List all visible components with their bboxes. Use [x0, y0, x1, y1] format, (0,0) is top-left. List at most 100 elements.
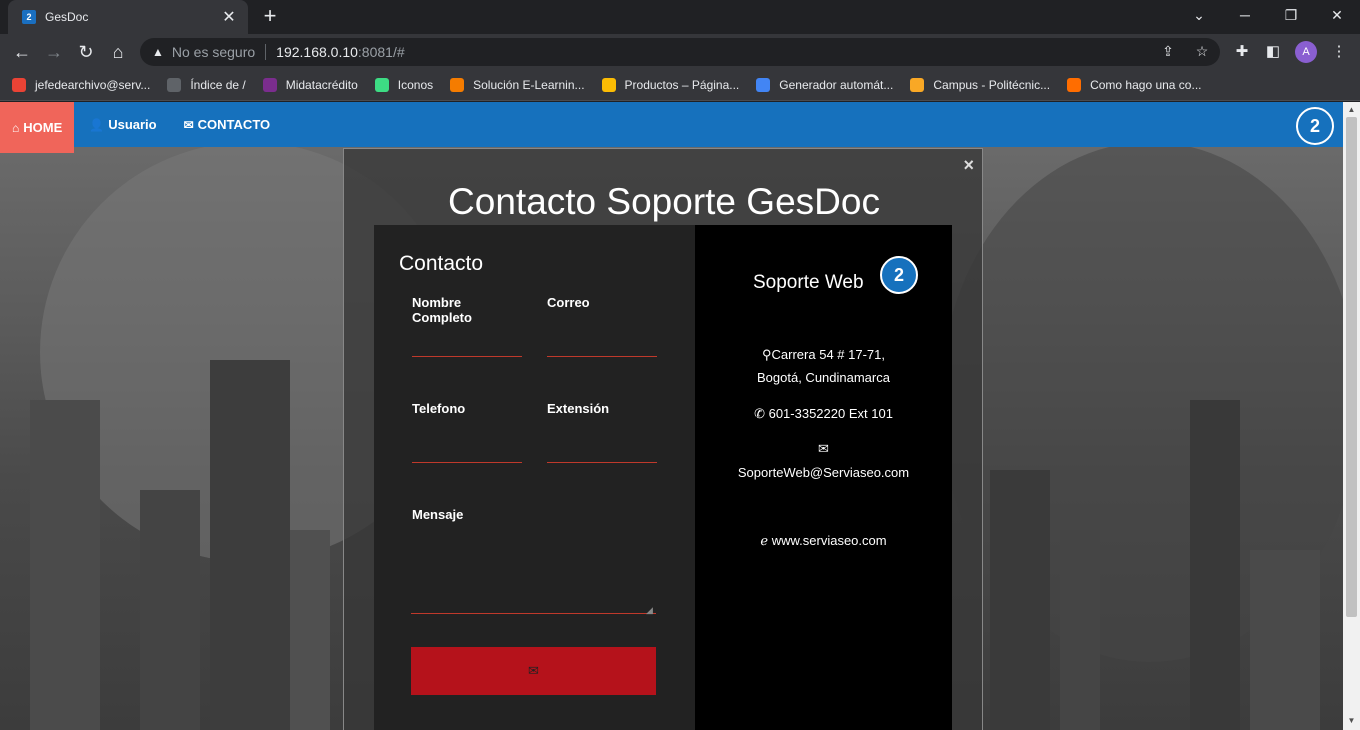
- city-building: [1190, 400, 1240, 730]
- browser-tab[interactable]: 2 GesDoc ✕: [8, 0, 248, 34]
- new-tab-button[interactable]: +: [258, 5, 282, 29]
- modal-title: Contacto Soporte GesDoc: [448, 181, 880, 222]
- form-heading: Contacto: [399, 252, 484, 275]
- tab-close-icon[interactable]: ✕: [220, 7, 238, 27]
- message-label: Mensaje: [412, 507, 464, 522]
- extension-field: Extensión: [547, 401, 657, 463]
- user-icon: 👤: [89, 117, 105, 132]
- city-building: [290, 530, 330, 730]
- back-icon[interactable]: ←: [10, 40, 34, 64]
- phone-label: Telefono: [412, 401, 466, 416]
- nav-usuario-label: Usuario: [108, 117, 157, 132]
- bookmark-item[interactable]: Generador automát...: [756, 78, 893, 92]
- close-window-icon[interactable]: ✕: [1322, 4, 1352, 26]
- bookmark-item[interactable]: Productos – Página...: [601, 78, 739, 92]
- address-line-1: ⚲Carrera 54 # 17-71,: [762, 347, 885, 362]
- top-navbar: ⌂ HOME 👤 Usuario ✉ CONTACTO 2: [0, 102, 1343, 153]
- tab-search-icon[interactable]: ⌄: [1184, 4, 1214, 26]
- map-marker-icon: ⚲: [762, 347, 772, 362]
- bookmark-favicon-icon: [1067, 78, 1082, 92]
- nav-home[interactable]: ⌂ HOME: [0, 102, 75, 153]
- bookmark-item[interactable]: Solución E-Learnin...: [450, 78, 585, 92]
- email-input[interactable]: [547, 327, 657, 357]
- insecure-label: No es seguro: [171, 44, 256, 60]
- bookmark-item[interactable]: jefedearchivo@serv...: [12, 78, 150, 92]
- page-viewport: ⌂ HOME 👤 Usuario ✉ CONTACTO 2 × Contacto…: [0, 102, 1343, 730]
- bookmark-label: Solución E-Learnin...: [473, 78, 585, 92]
- send-button[interactable]: ✉: [411, 647, 656, 695]
- bookmark-item[interactable]: Midatacrédito: [262, 78, 358, 92]
- tab-title: GesDoc: [45, 10, 89, 24]
- bookmark-label: Iconos: [397, 78, 434, 92]
- bookmark-favicon-icon: [910, 78, 925, 92]
- bookmark-item[interactable]: Campus - Politécnic...: [910, 78, 1050, 92]
- nav-contacto[interactable]: ✉ CONTACTO: [169, 117, 283, 132]
- support-info: Soporte Web 2 ⚲Carrera 54 # 17-71, Bogot…: [695, 225, 952, 730]
- phone-field: Telefono: [412, 401, 522, 463]
- browser-tab-bar: 2 GesDoc ✕ + ⌄ ─ ❐ ✕: [0, 0, 1360, 34]
- mail-icon: ✉: [818, 441, 829, 456]
- name-field: Nombre Completo: [412, 295, 522, 357]
- menu-icon[interactable]: ⋮: [1328, 42, 1350, 60]
- url-path: :8081/#: [357, 44, 405, 60]
- address-bar[interactable]: ▲ No es seguro 192.168.0.10 :8081/# ⇪ ☆: [140, 38, 1220, 66]
- scroll-thumb[interactable]: [1346, 117, 1357, 617]
- profile-avatar[interactable]: A: [1295, 41, 1317, 63]
- minimize-icon[interactable]: ─: [1230, 4, 1260, 26]
- bookmark-label: Índice de /: [190, 78, 246, 92]
- phone-input[interactable]: [412, 433, 522, 463]
- scroll-up-icon[interactable]: ▲: [1343, 105, 1360, 114]
- contact-modal: × Contacto Soporte GesDoc Contacto Nombr…: [343, 148, 983, 730]
- bookmark-star-icon[interactable]: ☆: [1190, 43, 1214, 60]
- omnibox-divider: [265, 44, 267, 60]
- share-icon[interactable]: ⇪: [1156, 43, 1180, 60]
- send-envelope-icon: ✉: [528, 663, 539, 678]
- extensions-icon[interactable]: ✚: [1231, 42, 1253, 60]
- bookmark-label: Como hago una co...: [1090, 78, 1202, 92]
- scroll-down-icon[interactable]: ▼: [1343, 716, 1360, 725]
- reload-icon[interactable]: ↻: [74, 40, 98, 64]
- browser-toolbar: ← → ↻ ⌂ ▲ No es seguro 192.168.0.10 :808…: [0, 34, 1360, 70]
- warning-icon: ▲: [152, 45, 164, 59]
- url-host: 192.168.0.10: [276, 44, 358, 60]
- restore-icon[interactable]: ❐: [1276, 4, 1306, 26]
- bookmark-label: Campus - Politécnic...: [933, 78, 1051, 92]
- home-icon[interactable]: ⌂: [106, 40, 130, 64]
- support-title: Soporte Web: [753, 272, 864, 293]
- resize-grip-icon[interactable]: ◢: [646, 605, 653, 616]
- website-line[interactable]: ℯ www.serviaseo.com: [695, 533, 952, 549]
- bookmarks-bar: jefedearchivo@serv... Índice de / Midatacr…: [0, 70, 1360, 101]
- bookmark-favicon-icon: [450, 78, 465, 92]
- bookmark-item[interactable]: Iconos: [374, 78, 434, 92]
- city-building: [30, 400, 100, 730]
- bookmark-favicon-icon: [374, 78, 389, 92]
- bookmark-item[interactable]: Como hago una co...: [1067, 78, 1201, 92]
- email-label: Correo: [547, 295, 590, 310]
- message-field: Mensaje: [412, 507, 522, 522]
- modal-close-icon[interactable]: ×: [963, 155, 974, 176]
- name-label: Nombre Completo: [412, 295, 472, 325]
- bookmark-label: Midatacrédito: [285, 78, 358, 92]
- bookmark-favicon-icon: [262, 78, 277, 92]
- bookmark-item[interactable]: Índice de /: [167, 78, 246, 92]
- city-building: [1250, 550, 1320, 730]
- bookmark-label: Generador automát...: [779, 78, 894, 92]
- side-panel-icon[interactable]: ◧: [1262, 42, 1284, 60]
- city-building: [1060, 530, 1100, 730]
- name-input[interactable]: [412, 327, 522, 357]
- extension-input[interactable]: [547, 433, 657, 463]
- email-field: Correo: [547, 295, 657, 357]
- gesdoc-favicon-icon: 2: [22, 10, 36, 24]
- forward-icon[interactable]: →: [42, 40, 66, 64]
- page-scrollbar[interactable]: ▲ ▼: [1343, 102, 1360, 730]
- extension-label: Extensión: [547, 401, 610, 416]
- phone-line: ✆ 601-3352220 Ext 101: [754, 406, 893, 421]
- city-building: [140, 490, 200, 730]
- support-email[interactable]: SoporteWeb@Serviaseo.com: [695, 465, 952, 480]
- nav-home-label: HOME: [23, 120, 63, 135]
- brand-logo[interactable]: 2: [1296, 107, 1334, 145]
- message-textarea[interactable]: [411, 527, 656, 614]
- bookmark-favicon-icon: [756, 78, 771, 92]
- nav-contacto-label: CONTACTO: [197, 117, 271, 132]
- nav-usuario[interactable]: 👤 Usuario: [74, 117, 168, 132]
